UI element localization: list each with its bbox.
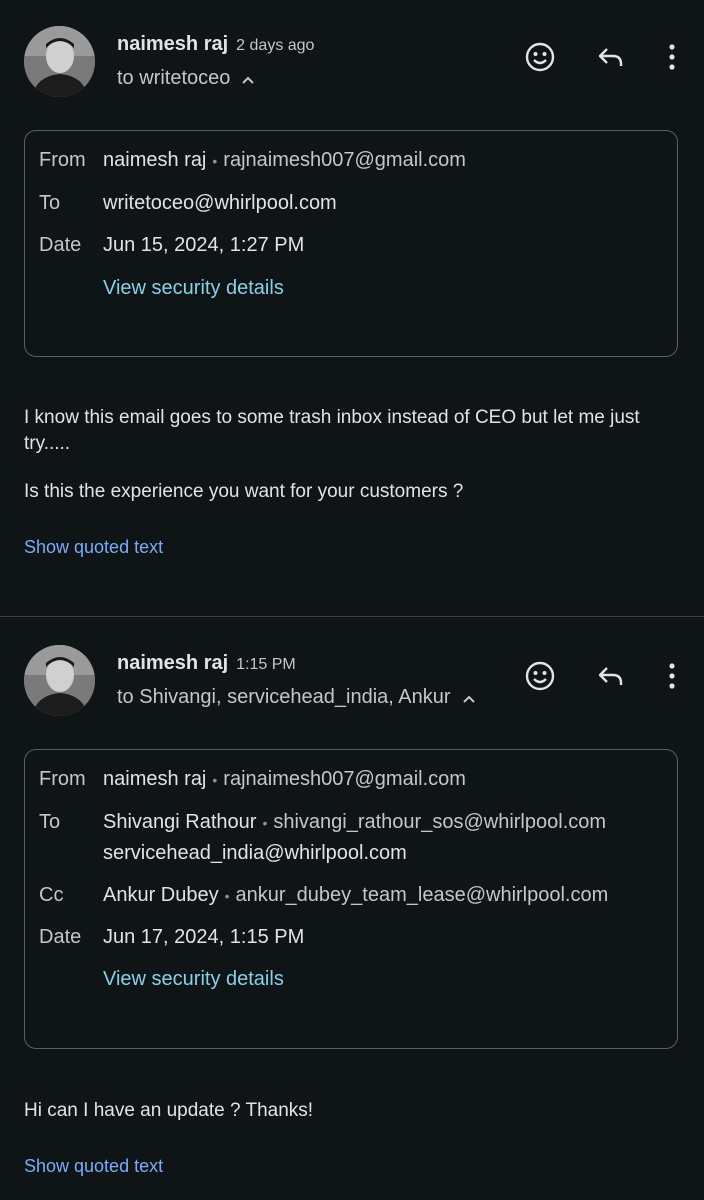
from-label: From bbox=[39, 768, 86, 790]
date-value: Jun 17, 2024, 1:15 PM bbox=[103, 926, 305, 948]
more-vert-icon bbox=[669, 44, 675, 70]
to-name: Shivangi Rathour bbox=[103, 811, 257, 833]
recipients-toggle[interactable]: to Shivangi, servicehead_india, Ankur bbox=[117, 686, 477, 709]
cc-value: Ankur Dubey • ankur_dubey_team_lease@whirl… bbox=[103, 884, 608, 907]
date-label: Date bbox=[39, 234, 82, 256]
to-email[interactable]: shivangi_rathour_sos@whirlpool.com bbox=[273, 811, 606, 833]
date-value: Jun 15, 2024, 1:27 PM bbox=[103, 234, 305, 256]
date-label: Date bbox=[39, 926, 82, 948]
avatar[interactable] bbox=[24, 645, 95, 716]
message-time: 1:15 PM bbox=[236, 656, 296, 673]
body-line: I know this email goes to some trash inb… bbox=[24, 407, 640, 428]
avatar[interactable] bbox=[24, 26, 95, 97]
to-value: Shivangi Rathour • shivangi_rathour_sos@wh… bbox=[103, 811, 606, 834]
from-value: naimesh raj • rajnaimesh007@gmail.com bbox=[103, 149, 466, 172]
from-value: naimesh raj • rajnaimesh007@gmail.com bbox=[103, 768, 466, 791]
avatar-photo-icon bbox=[24, 26, 95, 97]
message-body: Hi can I have an update ? Thanks! bbox=[24, 1098, 684, 1124]
separator-dot: • bbox=[262, 814, 268, 831]
reply-button[interactable] bbox=[590, 37, 630, 77]
sender-name: naimesh raj 2 days ago bbox=[117, 33, 314, 56]
details-card: From naimesh raj • rajnaimesh007@gmail.com… bbox=[24, 130, 678, 357]
cc-email[interactable]: ankur_dubey_team_lease@whirlpool.com bbox=[236, 884, 609, 906]
view-security-details-link[interactable]: View security details bbox=[103, 968, 284, 991]
message-body: I know this email goes to some trash inb… bbox=[24, 405, 684, 505]
to-label: To bbox=[39, 811, 61, 833]
from-email[interactable]: rajnaimesh007@gmail.com bbox=[223, 149, 466, 171]
from-email[interactable]: rajnaimesh007@gmail.com bbox=[223, 768, 466, 790]
to-label: To bbox=[39, 192, 61, 214]
show-quoted-text-link[interactable]: Show quoted text bbox=[24, 537, 163, 558]
to-email[interactable]: writetoceo@whirlpool.com bbox=[103, 192, 337, 215]
from-name: naimesh raj bbox=[103, 768, 207, 790]
recipients-summary: to Shivangi, servicehead_india, Ankur bbox=[117, 686, 451, 708]
sender-label: naimesh raj bbox=[117, 33, 229, 55]
cc-name: Ankur Dubey bbox=[103, 884, 219, 906]
from-label: From bbox=[39, 149, 86, 171]
chevron-up-icon bbox=[461, 690, 477, 706]
body-line: Is this the experience you want for your… bbox=[24, 481, 464, 502]
more-vert-icon bbox=[669, 663, 675, 689]
sender-name: naimesh raj 1:15 PM bbox=[117, 652, 296, 675]
emoji-react-icon bbox=[525, 661, 555, 691]
emoji-react-button[interactable] bbox=[520, 656, 560, 696]
message-divider bbox=[0, 616, 704, 617]
view-security-details-link[interactable]: View security details bbox=[103, 277, 284, 300]
chevron-up-icon bbox=[240, 71, 256, 87]
body-line: try..... bbox=[24, 433, 71, 454]
reply-icon bbox=[598, 667, 623, 685]
show-quoted-text-link[interactable]: Show quoted text bbox=[24, 1156, 163, 1177]
reply-button[interactable] bbox=[590, 656, 630, 696]
cc-label: Cc bbox=[39, 884, 64, 906]
recipients-summary: to writetoceo bbox=[117, 67, 231, 89]
from-name: naimesh raj bbox=[103, 149, 207, 171]
emoji-react-button[interactable] bbox=[520, 37, 560, 77]
recipients-toggle[interactable]: to writetoceo bbox=[117, 67, 256, 90]
sender-label: naimesh raj bbox=[117, 652, 229, 674]
details-card: From naimesh raj • rajnaimesh007@gmail.com… bbox=[24, 749, 678, 1049]
reply-icon bbox=[598, 48, 623, 66]
separator-dot: • bbox=[212, 152, 218, 169]
body-line: Hi can I have an update ? Thanks! bbox=[24, 1100, 314, 1121]
emoji-react-icon bbox=[525, 42, 555, 72]
avatar-photo-icon bbox=[24, 645, 95, 716]
more-options-button[interactable] bbox=[652, 656, 692, 696]
more-options-button[interactable] bbox=[652, 37, 692, 77]
message-time: 2 days ago bbox=[236, 37, 315, 54]
separator-dot: • bbox=[212, 771, 218, 788]
separator-dot: • bbox=[224, 887, 230, 904]
to-email-2[interactable]: servicehead_india@whirlpool.com bbox=[103, 842, 407, 865]
